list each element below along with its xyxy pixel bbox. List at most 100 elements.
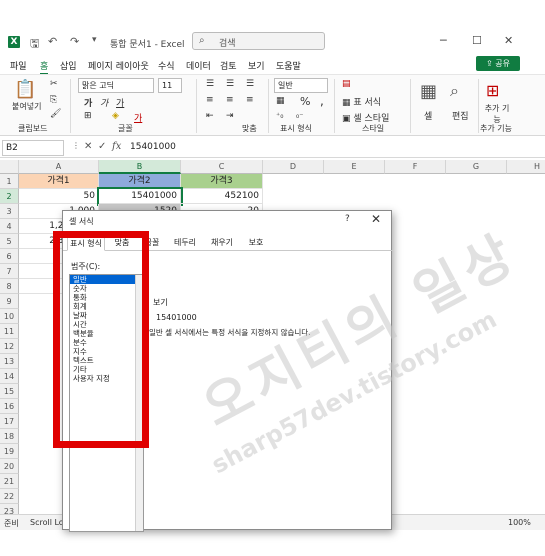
column-header-g[interactable]: G <box>446 160 507 174</box>
row-header-1[interactable]: 1 <box>0 174 19 189</box>
enter-icon[interactable]: ✓ <box>98 141 106 152</box>
name-box-dropdown-icon[interactable]: ⋮ <box>72 141 80 150</box>
minimize-icon[interactable]: ─ <box>440 34 447 47</box>
select-all-corner[interactable] <box>0 160 19 174</box>
font-color-button[interactable]: 가 <box>134 111 142 124</box>
close-window-icon[interactable]: ✕ <box>504 34 513 47</box>
row-header-16[interactable]: 16 <box>0 399 19 414</box>
edit-label[interactable]: 편집 <box>452 109 469 122</box>
row-header-8[interactable]: 8 <box>0 279 19 294</box>
conditional-format-icon[interactable]: ▤ <box>342 79 351 89</box>
row-header-14[interactable]: 14 <box>0 369 19 384</box>
number-format-select[interactable]: 일반 <box>274 78 328 93</box>
copy-icon[interactable]: ⎘ <box>50 95 57 105</box>
tab-view[interactable]: 보기 <box>248 59 265 72</box>
cell-a2[interactable]: 50 <box>19 189 99 204</box>
align-bottom-icon[interactable]: ☰ <box>246 79 254 89</box>
formula-value[interactable]: 15401000 <box>130 142 176 152</box>
comma-button[interactable]: , <box>320 94 324 108</box>
row-header-22[interactable]: 22 <box>0 489 19 504</box>
row-header-18[interactable]: 18 <box>0 429 19 444</box>
row-header-7[interactable]: 7 <box>0 264 19 279</box>
accounting-format-icon[interactable]: ▦ <box>276 96 285 106</box>
row-header-11[interactable]: 11 <box>0 324 19 339</box>
row-header-15[interactable]: 15 <box>0 384 19 399</box>
column-header-c[interactable]: C <box>181 160 263 174</box>
cells-icon[interactable]: ▦ <box>420 81 437 102</box>
column-header-d[interactable]: D <box>263 160 324 174</box>
tab-protection[interactable]: 보호 <box>243 236 269 251</box>
increase-indent-icon[interactable]: ⇥ <box>226 111 234 121</box>
align-middle-icon[interactable]: ☰ <box>226 79 234 89</box>
row-header-13[interactable]: 13 <box>0 354 19 369</box>
tab-insert[interactable]: 삽입 <box>60 59 77 72</box>
tab-border[interactable]: 테두리 <box>169 236 201 251</box>
fill-color-icon[interactable]: ◈ <box>112 111 119 121</box>
align-left-icon[interactable]: ≡ <box>206 95 214 105</box>
name-box[interactable]: B2 <box>2 140 64 156</box>
cell-b2[interactable]: 15401000 <box>97 187 183 206</box>
row-header-6[interactable]: 6 <box>0 249 19 264</box>
underline-button[interactable]: 가 <box>116 96 124 109</box>
maximize-icon[interactable]: ☐ <box>472 34 482 47</box>
tab-data[interactable]: 데이터 <box>186 59 211 72</box>
column-header-a[interactable]: A <box>19 160 99 174</box>
help-button[interactable]: ? <box>345 214 350 224</box>
borders-icon[interactable]: ⊞ <box>84 111 92 121</box>
cell-a1[interactable]: 가격1 <box>19 174 99 189</box>
row-header-21[interactable]: 21 <box>0 474 19 489</box>
search-box[interactable]: ⌕ 검색 <box>192 32 325 50</box>
row-header-2[interactable]: 2 <box>0 189 19 204</box>
row-header-4[interactable]: 4 <box>0 219 19 234</box>
cut-icon[interactable]: ✂ <box>50 79 58 89</box>
font-size-select[interactable]: 11 <box>158 78 182 93</box>
add-ins-icon[interactable]: ⊞ <box>486 81 499 100</box>
paste-icon[interactable]: 📋 <box>14 79 36 100</box>
align-top-icon[interactable]: ☰ <box>206 79 214 89</box>
percent-button[interactable]: % <box>300 95 310 108</box>
cell-b1[interactable]: 가격2 <box>99 174 181 189</box>
font-name-select[interactable]: 맑은 고딕 <box>78 78 154 93</box>
paste-label[interactable]: 붙여넣기 <box>12 101 41 112</box>
tab-home[interactable]: 홈 <box>40 59 49 75</box>
tab-review[interactable]: 검토 <box>220 59 237 72</box>
add-ins-label[interactable]: 추가 기능 <box>482 103 512 125</box>
dialog-close-icon[interactable]: ✕ <box>371 212 381 226</box>
decrease-indent-icon[interactable]: ⇤ <box>206 111 214 121</box>
cell-c1[interactable]: 가격3 <box>181 174 263 189</box>
undo-icon[interactable]: ↶ <box>48 35 57 48</box>
align-center-icon[interactable]: ≡ <box>226 95 234 105</box>
tab-formulas[interactable]: 수식 <box>158 59 175 72</box>
row-header-17[interactable]: 17 <box>0 414 19 429</box>
cells-label[interactable]: 셀 <box>424 109 432 122</box>
increase-decimal-icon[interactable]: ⁺₀ <box>276 111 283 120</box>
column-header-b[interactable]: B <box>99 160 181 174</box>
customize-qat-icon[interactable]: ▾ <box>92 35 97 45</box>
zoom-level[interactable]: 100% <box>508 518 531 527</box>
tab-fill[interactable]: 채우기 <box>205 236 239 251</box>
edit-search-icon[interactable]: ⌕ <box>450 81 459 101</box>
decrease-decimal-icon[interactable]: ₀⁻ <box>296 111 303 120</box>
tab-page-layout[interactable]: 페이지 레이아웃 <box>88 59 149 72</box>
format-as-table-button[interactable]: ▦ 표 서식 <box>342 95 381 108</box>
format-painter-icon[interactable]: 🖌 <box>50 109 61 119</box>
row-header-12[interactable]: 12 <box>0 339 19 354</box>
column-header-h[interactable]: H <box>507 160 545 174</box>
tab-file[interactable]: 파일 <box>10 59 27 72</box>
row-header-10[interactable]: 10 <box>0 309 19 324</box>
row-header-3[interactable]: 3 <box>0 204 19 219</box>
tab-help[interactable]: 도움말 <box>276 59 301 72</box>
row-header-9[interactable]: 9 <box>0 294 19 309</box>
align-right-icon[interactable]: ≡ <box>246 95 254 105</box>
row-header-20[interactable]: 20 <box>0 459 19 474</box>
insert-function-icon[interactable]: fx <box>112 141 121 152</box>
italic-button[interactable]: 가 <box>100 96 108 109</box>
cell-c2[interactable]: 452100 <box>181 189 263 204</box>
column-header-f[interactable]: F <box>385 160 446 174</box>
redo-icon[interactable]: ↷ <box>70 35 79 48</box>
column-header-e[interactable]: E <box>324 160 385 174</box>
save-icon[interactable]: 🖫 <box>30 35 39 54</box>
bold-button[interactable]: 가 <box>84 96 92 109</box>
row-header-19[interactable]: 19 <box>0 444 19 459</box>
share-button[interactable]: ⇪ 공유 <box>476 56 520 71</box>
